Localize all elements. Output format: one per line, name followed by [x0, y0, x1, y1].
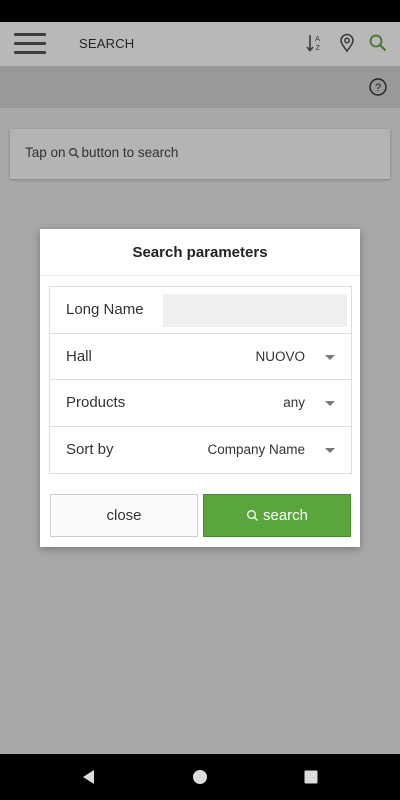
long-name-row: Long Name: [50, 287, 351, 334]
system-nav-bar: [0, 754, 400, 800]
dropdown-arrow-icon: [325, 401, 335, 406]
hall-value: NUOVO: [255, 348, 305, 364]
hall-label: Hall: [66, 347, 92, 365]
hall-select[interactable]: Hall NUOVO: [50, 334, 351, 380]
sort-by-label: Sort by: [66, 440, 114, 458]
search-button[interactable]: search: [203, 494, 351, 537]
search-button-label: search: [262, 507, 309, 524]
dropdown-arrow-icon: [325, 354, 335, 360]
dialog-header: Search parameters: [40, 229, 360, 276]
products-label: Products: [66, 394, 126, 411]
status-bar: [0, 0, 400, 22]
dialog-title: Search parameters: [132, 243, 268, 261]
close-button-label: close: [106, 507, 142, 524]
home-icon[interactable]: [190, 767, 210, 787]
long-name-input[interactable]: [163, 294, 347, 327]
sort-by-select[interactable]: Sort by Company Name: [50, 427, 351, 474]
recents-icon[interactable]: [301, 767, 321, 787]
dropdown-arrow-icon: [325, 447, 335, 453]
app-screen: SEARCH A Z ? Tap on button to search Sea…: [0, 22, 400, 754]
long-name-label: Long Name: [66, 301, 144, 318]
back-icon[interactable]: [79, 767, 99, 787]
search-icon: [246, 509, 259, 522]
search-form: Long Name Hall NUOVO Products any Sort b…: [49, 286, 352, 474]
sort-by-value: Company Name: [207, 441, 305, 457]
search-parameters-dialog: Search parameters Long Name Hall NUOVO P…: [40, 229, 360, 547]
products-value: any: [283, 395, 305, 410]
products-select[interactable]: Products any: [50, 380, 351, 427]
close-button[interactable]: close: [50, 494, 198, 537]
